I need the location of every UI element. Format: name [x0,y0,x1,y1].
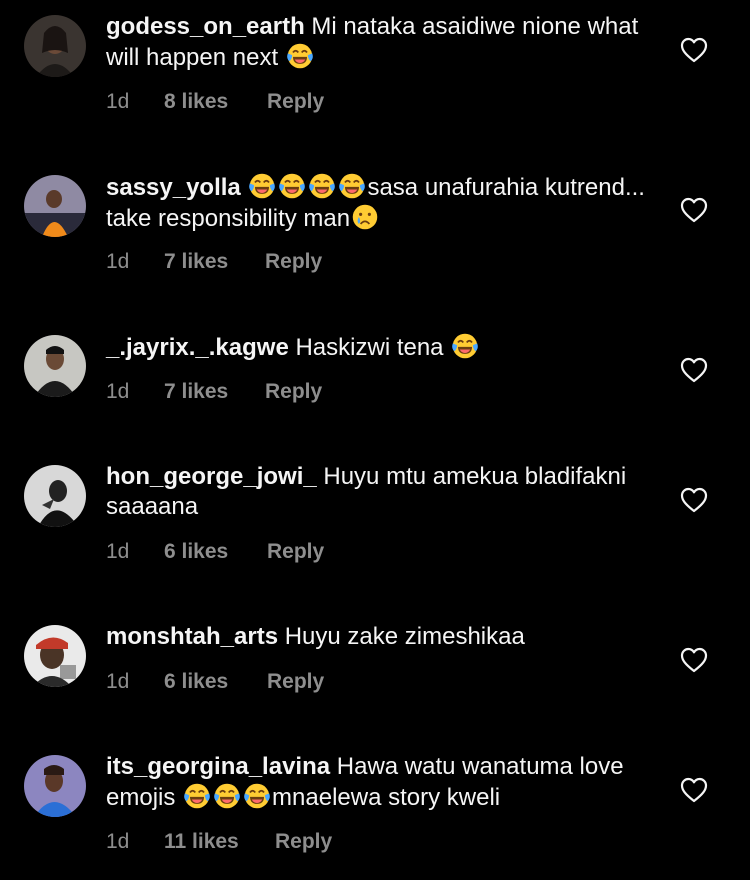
comment-likes[interactable]: 6 likes [164,670,228,694]
tears-of-joy-icon [278,172,306,200]
comment-username[interactable]: godess_on_earth [106,13,305,40]
tears-of-joy-icon [286,42,314,70]
avatar[interactable] [24,175,86,237]
like-heart-icon[interactable] [680,647,708,673]
avatar[interactable] [24,755,86,817]
comment-timestamp: 1d [106,830,130,853]
avatar[interactable] [24,15,86,77]
reply-button[interactable]: Reply [267,540,324,564]
comment-username[interactable]: its_georgina_lavina [106,753,330,780]
reply-button[interactable]: Reply [265,380,322,404]
comment-text: godess_on_earth Mi nataka asaidiwe nione… [106,12,666,73]
like-heart-icon[interactable] [680,777,708,803]
comment-text: monshtah_arts Huyu zake zimeshikaa [106,622,666,652]
crying-face-icon [351,203,379,231]
tears-of-joy-icon [248,172,276,200]
comment-body: mnaelewa story kweli [272,784,501,811]
avatar[interactable] [24,465,86,527]
comment-text: its_georgina_lavina Hawa watu wanatuma l… [106,752,666,813]
comment-text: sassy_yolla sasa unafurahia kutrend... t… [106,172,666,234]
like-heart-icon[interactable] [680,197,708,223]
comment-timestamp: 1d [106,540,130,563]
comment-body: Huyu zake zimeshikaa [284,623,525,650]
comment-username[interactable]: monshtah_arts [106,623,278,650]
like-heart-icon[interactable] [680,487,708,513]
comment-text: hon_george_jowi_ Huyu mtu amekua bladifa… [106,462,666,522]
tears-of-joy-icon [308,172,336,200]
comment-likes[interactable]: 8 likes [164,90,228,114]
tears-of-joy-icon [451,332,479,360]
avatar[interactable] [24,335,86,397]
like-heart-icon[interactable] [680,357,708,383]
comment-timestamp: 1d [106,90,130,113]
avatar[interactable] [24,625,86,687]
comment-username[interactable]: sassy_yolla [106,174,241,201]
tears-of-joy-icon [213,782,241,810]
comment-likes[interactable]: 7 likes [164,380,228,404]
comment-text: _.jayrix._.kagwe Haskizwi tena [106,332,666,363]
comment-username[interactable]: _.jayrix._.kagwe [106,334,289,361]
comment-body: Haskizwi tena [295,334,444,361]
reply-button[interactable]: Reply [265,250,322,274]
comment-likes[interactable]: 6 likes [164,540,228,564]
tears-of-joy-icon [243,782,271,810]
reply-button[interactable]: Reply [267,670,324,694]
comment-username[interactable]: hon_george_jowi_ [106,463,317,490]
comment-timestamp: 1d [106,670,130,693]
comment-likes[interactable]: 11 likes [164,830,239,854]
comment-likes[interactable]: 7 likes [164,250,228,274]
comment-timestamp: 1d [106,380,130,403]
like-heart-icon[interactable] [680,37,708,63]
tears-of-joy-icon [183,782,211,810]
comment-timestamp: 1d [106,250,130,273]
tears-of-joy-icon [338,172,366,200]
reply-button[interactable]: Reply [275,830,332,854]
reply-button[interactable]: Reply [267,90,324,114]
